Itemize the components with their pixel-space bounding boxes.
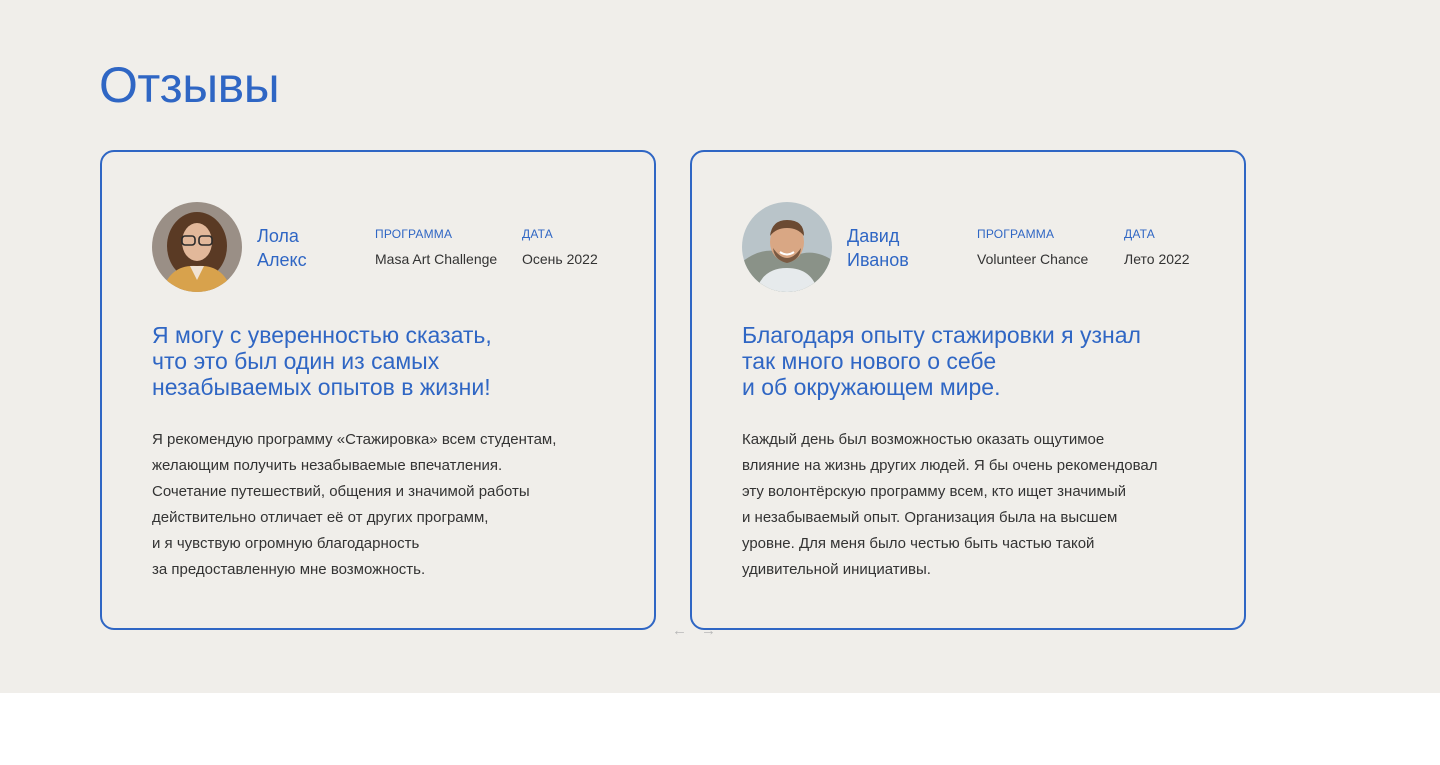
reviews-section: Отзывы Лола Алекс ПРОГРАММА Masa Art Cha…	[0, 0, 1440, 693]
date-label: ДАТА	[1124, 227, 1155, 241]
arrow-left-icon[interactable]: ←	[672, 620, 687, 642]
review-card: Давид Иванов ПРОГРАММА Volunteer Chance …	[690, 150, 1246, 630]
carousel-controls: ← →	[672, 620, 716, 642]
date-value: Лето 2022	[1124, 251, 1190, 267]
program-info: ПРОГРАММА Masa Art Challenge	[375, 226, 497, 268]
avatar-photo-icon	[152, 202, 242, 292]
avatar-photo-icon	[742, 202, 832, 292]
review-card: Лола Алекс ПРОГРАММА Masa Art Challenge …	[100, 150, 656, 630]
date-label: ДАТА	[522, 227, 553, 241]
program-value: Masa Art Challenge	[375, 251, 498, 267]
program-value: Volunteer Chance	[977, 251, 1089, 267]
program-label: ПРОГРАММА	[977, 227, 1055, 241]
program-label: ПРОГРАММА	[375, 227, 453, 241]
avatar	[152, 202, 242, 292]
date-value: Осень 2022	[522, 251, 598, 267]
avatar	[742, 202, 832, 292]
review-text: Каждый день был возможностью оказать ощу…	[742, 431, 1158, 578]
review-text: Я рекомендую программу «Стажировка» всем…	[152, 431, 557, 578]
date-info: ДАТА Осень 2022	[522, 226, 598, 268]
reviewer-name-text: Давид Иванов	[847, 226, 909, 270]
arrow-right-icon[interactable]: →	[701, 620, 716, 642]
program-info: ПРОГРАММА Volunteer Chance	[977, 226, 1088, 268]
reviewer-name-text: Лола Алекс	[257, 226, 307, 270]
review-quote: Благодаря опыту стажировки я узнал так м…	[742, 322, 1141, 400]
review-quote: Я могу с уверенностью сказать, что это б…	[152, 322, 492, 400]
reviewer-name: Давид Иванов	[847, 224, 947, 272]
reviewer-name: Лола Алекс	[257, 224, 357, 272]
section-title: Отзывы	[99, 57, 280, 113]
date-info: ДАТА Лето 2022	[1124, 226, 1190, 268]
